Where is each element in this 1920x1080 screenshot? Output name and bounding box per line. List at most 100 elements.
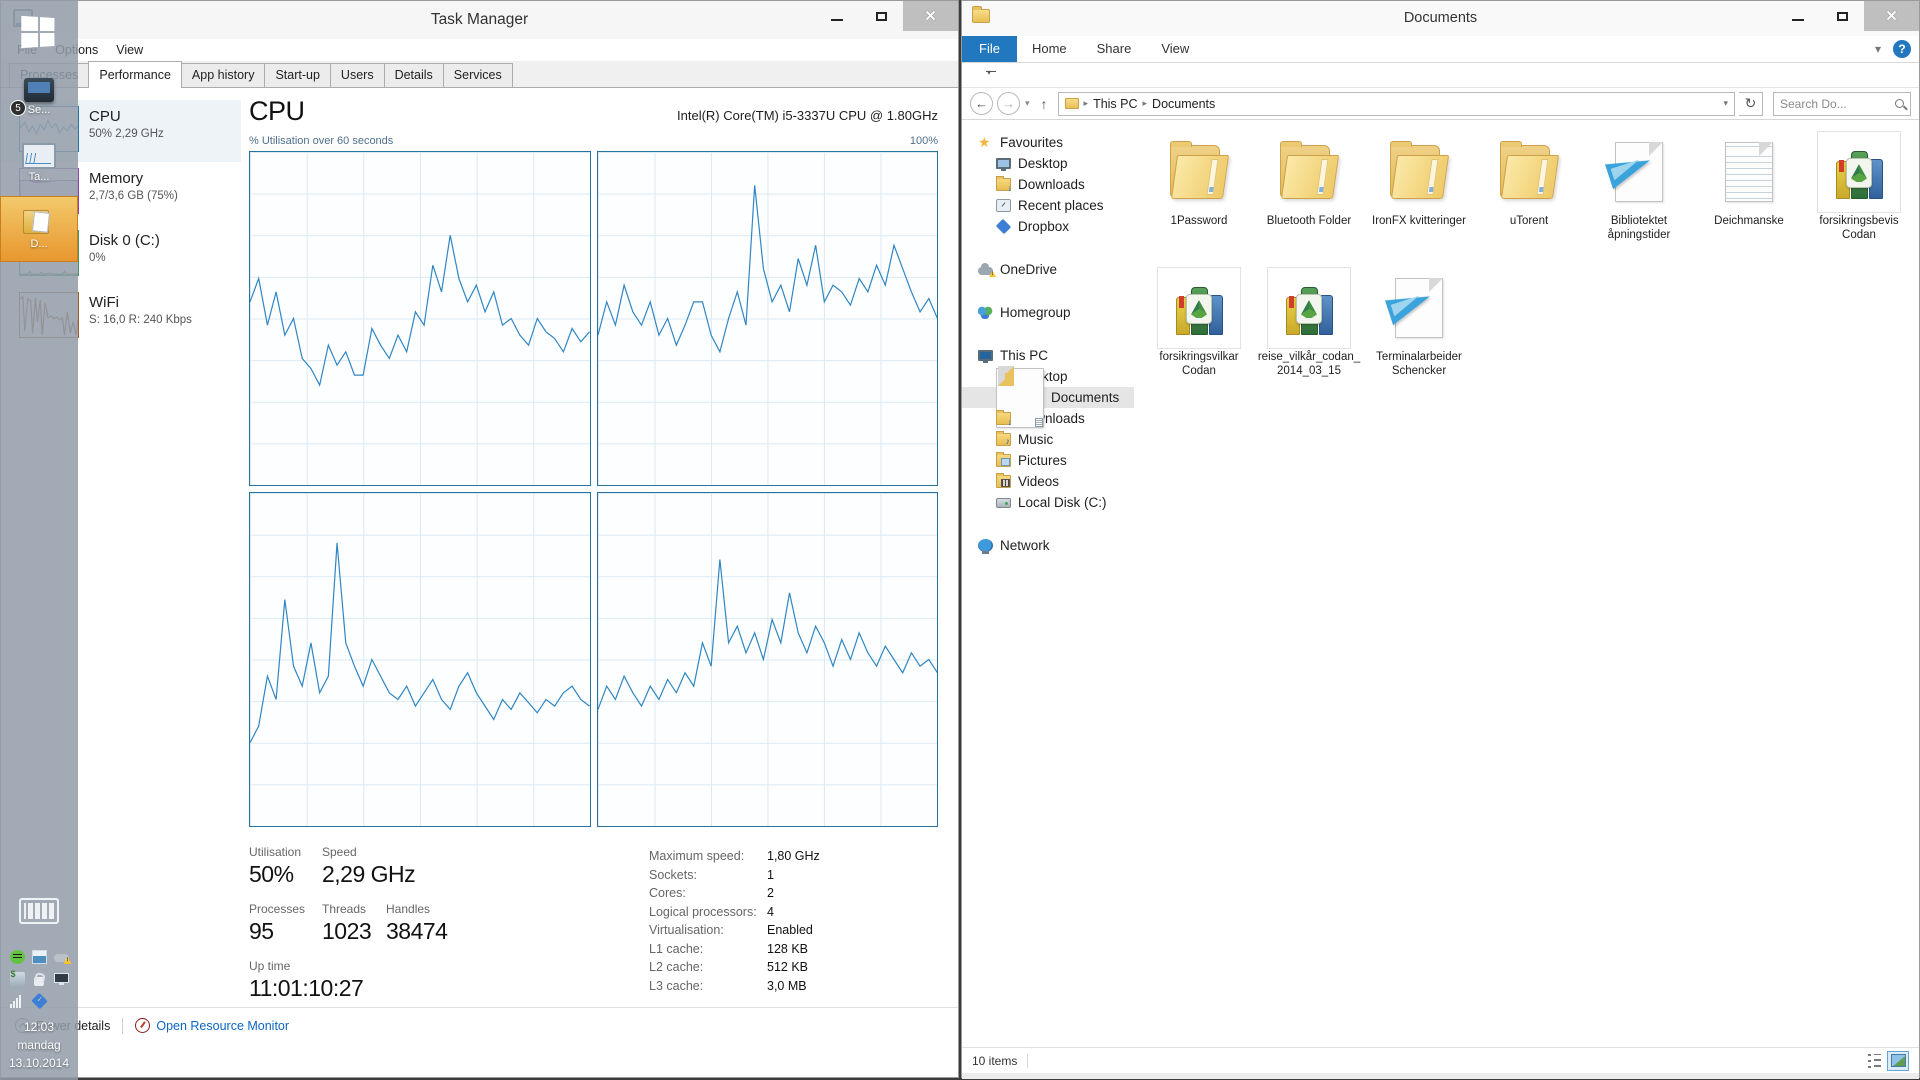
file-item[interactable]: uTorent xyxy=(1474,130,1584,266)
nav-onedrive[interactable]: OneDrive xyxy=(962,259,1134,280)
nav-fav-recent-places[interactable]: Recent places xyxy=(962,195,1134,216)
nav-pc-videos[interactable]: Videos xyxy=(962,471,1134,492)
spotify-icon[interactable] xyxy=(10,950,25,964)
utilisation-label: Utilisation xyxy=(249,845,322,859)
downloads-folder-icon xyxy=(996,178,1011,191)
ribbon-tab-home[interactable]: Home xyxy=(1017,36,1082,62)
file-item[interactable]: reise_vilkår_codan_2014_03_15 xyxy=(1254,266,1364,402)
tab-details[interactable]: Details xyxy=(384,63,444,87)
unlock-icon[interactable] xyxy=(34,977,44,986)
file-item[interactable]: Terminalarbeider Schencker xyxy=(1364,266,1474,402)
tab-start-up[interactable]: Start-up xyxy=(264,63,330,87)
app-label: Se... xyxy=(28,104,51,116)
ribbon-tab-share[interactable]: Share xyxy=(1082,36,1147,62)
tray-app-icon[interactable] xyxy=(32,950,47,964)
touch-keyboard-icon[interactable] xyxy=(19,898,59,924)
nav-fav-dropbox[interactable]: Dropbox xyxy=(962,216,1134,237)
file-item[interactable]: Deichmanske xyxy=(1694,130,1804,266)
tab-services[interactable]: Services xyxy=(443,63,513,87)
close-button[interactable]: ✕ xyxy=(1864,1,1919,31)
spec-label: L3 cache: xyxy=(649,977,767,996)
ribbon-tab-file[interactable]: File xyxy=(962,36,1017,62)
up-button[interactable]: ↑ xyxy=(1035,96,1054,112)
nav-pc-desktop[interactable]: Desktop xyxy=(962,366,1134,387)
onedrive-warning-icon[interactable] xyxy=(54,954,69,962)
taskbar-app-task-manager[interactable]: Ta... xyxy=(0,130,78,196)
file-item[interactable]: forsikringsvilkar Codan xyxy=(1144,266,1254,402)
recent-places-icon xyxy=(996,199,1011,212)
document-plane-icon xyxy=(1615,142,1663,202)
cpu-graph-core4[interactable] xyxy=(597,492,939,827)
nav-homegroup[interactable]: Homegroup xyxy=(962,302,1134,323)
help-icon[interactable]: ? xyxy=(1893,40,1911,58)
task-manager-titlebar[interactable]: Task Manager ✕ xyxy=(1,1,958,39)
money-app-icon[interactable] xyxy=(10,972,25,986)
nav-fav-desktop[interactable]: Desktop xyxy=(962,153,1134,174)
nav-pc-downloads[interactable]: Downloads xyxy=(962,408,1134,429)
breadcrumb-documents[interactable]: Documents xyxy=(1152,97,1215,111)
address-dropdown-icon[interactable]: ▾ xyxy=(1723,98,1730,109)
explorer-window: Documents ✕ File Home Share View ▾ ? ← →… xyxy=(961,0,1920,1078)
close-button[interactable]: ✕ xyxy=(903,1,958,31)
large-icons-view-button[interactable] xyxy=(1887,1051,1909,1071)
maximize-icon xyxy=(1837,12,1848,21)
document-plane-icon xyxy=(1395,278,1443,338)
nav-pc-music[interactable]: Music xyxy=(962,429,1134,450)
menu-view[interactable]: View xyxy=(116,43,143,57)
cpu-graph-core3[interactable] xyxy=(249,492,591,827)
nav-network[interactable]: Network xyxy=(962,535,1134,556)
recent-locations-icon[interactable]: ▾ xyxy=(1024,98,1031,109)
nav-fav-downloads[interactable]: Downloads xyxy=(962,174,1134,195)
taskbar-app-processes[interactable]: 5 Se... xyxy=(0,64,78,130)
back-button[interactable]: ← xyxy=(970,92,993,115)
breadcrumb[interactable]: ▸ This PC ▸ Documents ▾ xyxy=(1058,92,1735,116)
expand-ribbon-icon[interactable]: ▾ xyxy=(1875,42,1881,56)
nav-pc-documents[interactable]: Documents xyxy=(962,387,1134,408)
details-view-button[interactable] xyxy=(1863,1053,1881,1069)
nav-pc-pictures[interactable]: Pictures xyxy=(962,450,1134,471)
tab-performance[interactable]: Performance xyxy=(88,61,182,87)
task-manager-icon xyxy=(22,143,56,169)
signal-bars-icon[interactable] xyxy=(10,994,25,1008)
file-item[interactable]: forsikringsbevis Codan xyxy=(1804,130,1914,266)
windows-logo-icon xyxy=(21,16,54,48)
navigation-pane: ★Favourites Desktop Downloads Recent pla… xyxy=(962,120,1134,1047)
cpu-graph-core2[interactable] xyxy=(597,151,939,486)
nav-pc-local-disk[interactable]: Local Disk (C:) xyxy=(962,492,1134,513)
minimize-button[interactable] xyxy=(815,1,859,31)
file-item[interactable]: 1Password xyxy=(1144,130,1254,266)
tab-app-history[interactable]: App history xyxy=(181,63,266,87)
cpu-graph-core1[interactable] xyxy=(249,151,591,486)
minimize-icon xyxy=(831,19,843,21)
search-icon[interactable] xyxy=(1895,99,1904,108)
maximize-button[interactable] xyxy=(859,1,903,31)
file-item[interactable]: Bibliotektet åpningstider xyxy=(1584,130,1694,266)
uptime-value: 11:01:10:27 xyxy=(249,975,363,1002)
explorer-titlebar[interactable]: Documents ✕ xyxy=(962,1,1919,36)
maximize-button[interactable] xyxy=(1820,1,1864,31)
breadcrumb-this-pc[interactable]: This PC xyxy=(1093,97,1137,111)
search-input[interactable] xyxy=(1780,97,1895,111)
nav-favourites[interactable]: ★Favourites xyxy=(962,132,1134,153)
minimize-button[interactable] xyxy=(1776,1,1820,31)
open-resource-monitor-link[interactable]: Open Resource Monitor xyxy=(135,1018,289,1033)
handles-value: 38474 xyxy=(386,918,447,945)
search-box[interactable] xyxy=(1773,92,1911,116)
forward-button[interactable]: → xyxy=(997,92,1020,115)
nav-this-pc[interactable]: This PC xyxy=(962,345,1134,366)
file-item[interactable]: IronFX kvitteringer xyxy=(1364,130,1474,266)
taskbar-clock[interactable]: 12:03 mandag 13.10.2014 xyxy=(0,1018,78,1080)
taskbar-app-documents[interactable]: D... xyxy=(0,196,78,262)
graph-max-label: 100% xyxy=(910,135,938,147)
spec-value: 3,0 MB xyxy=(767,977,807,996)
this-pc-icon xyxy=(978,350,993,361)
tab-users[interactable]: Users xyxy=(330,63,385,87)
file-item[interactable]: Bluetooth Folder xyxy=(1254,130,1364,266)
start-button[interactable] xyxy=(0,0,78,64)
ribbon-tab-view[interactable]: View xyxy=(1146,36,1204,62)
quick-access-toolbar-icon[interactable] xyxy=(986,71,996,79)
refresh-button[interactable]: ↻ xyxy=(1739,92,1763,116)
display-icon[interactable] xyxy=(54,973,69,983)
dropbox-tray-icon[interactable] xyxy=(31,993,47,1009)
documents-folder-icon xyxy=(21,208,57,236)
